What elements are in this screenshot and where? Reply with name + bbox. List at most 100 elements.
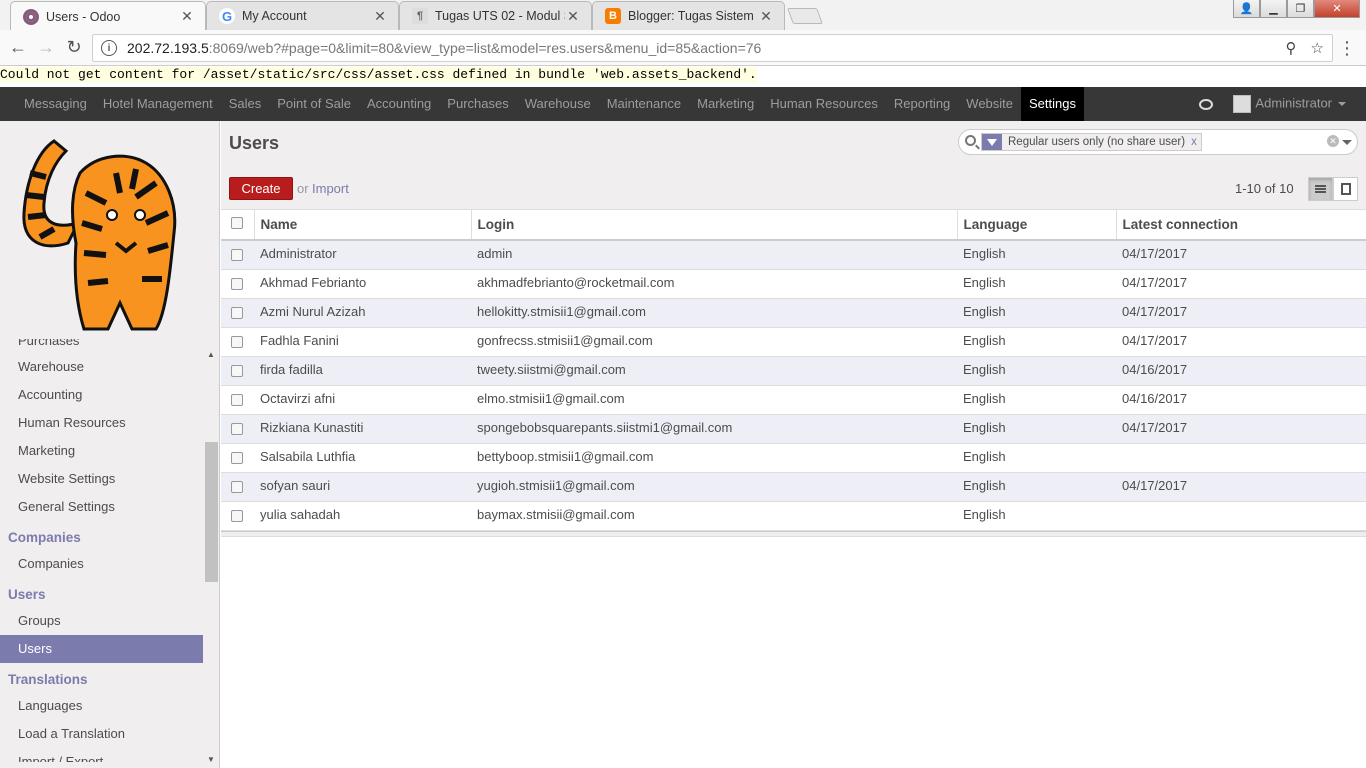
sidebar-item-marketing[interactable]: Marketing <box>0 437 203 465</box>
scrollbar-thumb[interactable] <box>205 442 218 582</box>
sidebar-item-users[interactable]: Users <box>0 635 203 663</box>
scroll-up-icon[interactable]: ▲ <box>207 350 215 359</box>
settings-menu: Purchases Warehouse Accounting Human Res… <box>0 339 203 762</box>
view-switcher <box>1308 177 1358 201</box>
sidebar-scrollbar[interactable]: ▲ ▼ <box>205 350 218 768</box>
sidebar-item-languages[interactable]: Languages <box>0 692 203 720</box>
column-header-language[interactable]: Language <box>957 210 1117 241</box>
bookmark-star-icon[interactable]: ☆ <box>1311 39 1324 57</box>
row-checkbox[interactable] <box>231 277 243 290</box>
form-view-button[interactable] <box>1333 177 1358 201</box>
row-checkbox[interactable] <box>231 480 243 493</box>
maximize-button[interactable]: ❐ <box>1287 0 1314 18</box>
browser-menu-icon[interactable]: ⋮ <box>1338 38 1356 59</box>
row-checkbox[interactable] <box>231 364 243 377</box>
create-button[interactable]: Create <box>229 177 293 200</box>
user-profile-icon[interactable]: 👤 <box>1233 0 1260 18</box>
search-input[interactable]: Regular users only (no share user) x ✕ <box>958 129 1358 155</box>
reload-icon[interactable]: ↻ <box>60 34 88 62</box>
menu-purchases[interactable]: Purchases <box>439 87 516 121</box>
sidebar-item-companies[interactable]: Companies <box>0 550 203 578</box>
sidebar-item-purchases[interactable]: Purchases <box>0 339 203 353</box>
sidebar-heading-users[interactable]: Users <box>0 578 203 607</box>
table-row[interactable]: Salsabila Luthfia bettyboop.stmisii1@gma… <box>221 443 1366 473</box>
menu-reporting[interactable]: Reporting <box>886 87 958 121</box>
table-row[interactable]: Administrator admin English 04/17/2017 <box>221 240 1366 270</box>
table-row[interactable]: Octavirzi afni elmo.stmisii1@gmail.com E… <box>221 385 1366 415</box>
menu-human-resources[interactable]: Human Resources <box>762 87 886 121</box>
menu-sales[interactable]: Sales <box>221 87 270 121</box>
clear-search-icon[interactable]: ✕ <box>1327 135 1339 147</box>
back-icon[interactable]: ← <box>4 34 32 62</box>
new-tab-button[interactable] <box>787 8 823 24</box>
browser-tab-blogger[interactable]: B Blogger: Tugas Sistem In ✕ <box>592 1 785 30</box>
cell-login: admin <box>471 240 957 270</box>
browser-tab-myaccount[interactable]: G My Account ✕ <box>206 1 399 30</box>
row-select-cell <box>221 240 254 270</box>
row-checkbox[interactable] <box>231 451 243 464</box>
table-row[interactable]: Rizkiana Kunastiti spongebobsquarepants.… <box>221 414 1366 444</box>
address-bar[interactable]: i 202.72.193.5:8069/web?#page=0&limit=80… <box>92 34 1333 62</box>
menu-warehouse[interactable]: Warehouse <box>517 87 599 121</box>
import-link[interactable]: Import <box>312 181 349 196</box>
column-header-name[interactable]: Name <box>254 210 472 241</box>
forward-icon[interactable]: → <box>32 34 60 62</box>
table-row[interactable]: sofyan sauri yugioh.stmisii1@gmail.com E… <box>221 472 1366 502</box>
table-row[interactable]: Akhmad Febrianto akhmadfebrianto@rocketm… <box>221 269 1366 299</box>
browser-tab-odoo[interactable]: Users - Odoo ✕ <box>10 1 206 31</box>
pin-icon[interactable]: ⚲ <box>1286 39 1297 57</box>
close-icon[interactable]: ✕ <box>372 8 388 25</box>
menu-settings[interactable]: Settings <box>1021 87 1084 121</box>
sidebar-heading-companies[interactable]: Companies <box>0 521 203 550</box>
column-header-login[interactable]: Login <box>471 210 958 241</box>
menu-marketing[interactable]: Marketing <box>689 87 762 121</box>
cell-latest-connection: 04/17/2017 <box>1116 269 1366 299</box>
column-header-latest-connection[interactable]: Latest connection <box>1116 210 1366 241</box>
row-checkbox[interactable] <box>231 393 243 406</box>
table-row[interactable]: Azmi Nurul Azizah hellokitty.stmisii1@gm… <box>221 298 1366 328</box>
sidebar-item-warehouse[interactable]: Warehouse <box>0 353 203 381</box>
select-all-checkbox[interactable] <box>231 217 243 229</box>
sidebar-item-import-export[interactable]: Import / Export <box>0 748 203 762</box>
menu-point-of-sale[interactable]: Point of Sale <box>269 87 359 121</box>
cell-login: tweety.siistmi@gmail.com <box>471 356 957 386</box>
pager-value[interactable]: 1-10 of 10 <box>1235 181 1294 196</box>
browser-tab-tugas[interactable]: ¶ Tugas UTS 02 - Modul Se ✕ <box>399 1 592 30</box>
row-checkbox[interactable] <box>231 422 243 435</box>
user-menu[interactable]: Administrator <box>1233 95 1346 113</box>
sidebar-item-human-resources[interactable]: Human Resources <box>0 409 203 437</box>
sidebar-item-website-settings[interactable]: Website Settings <box>0 465 203 493</box>
cell-name: Azmi Nurul Azizah <box>254 298 471 328</box>
row-checkbox[interactable] <box>231 306 243 319</box>
table-row[interactable]: yulia sahadah baymax.stmisii@gmail.com E… <box>221 501 1366 531</box>
menu-maintenance[interactable]: Maintenance <box>599 87 689 121</box>
row-select-cell <box>221 501 254 531</box>
sidebar-heading-translations[interactable]: Translations <box>0 663 203 692</box>
row-checkbox[interactable] <box>231 249 243 261</box>
facet-remove-button[interactable]: x <box>1191 134 1201 150</box>
minimize-button[interactable]: ▁ <box>1260 0 1287 18</box>
sidebar-item-groups[interactable]: Groups <box>0 607 203 635</box>
table-row[interactable]: Fadhla Fanini gonfrecss.stmisii1@gmail.c… <box>221 327 1366 357</box>
sidebar-item-load-translation[interactable]: Load a Translation <box>0 720 203 748</box>
table-row[interactable]: firda fadilla tweety.siistmi@gmail.com E… <box>221 356 1366 386</box>
menu-hotel-management[interactable]: Hotel Management <box>95 87 221 121</box>
close-window-button[interactable]: ✕ <box>1314 0 1360 18</box>
row-checkbox[interactable] <box>231 335 243 348</box>
close-icon[interactable]: ✕ <box>565 8 581 25</box>
close-icon[interactable]: ✕ <box>758 8 774 25</box>
scroll-down-icon[interactable]: ▼ <box>207 755 215 764</box>
cell-login: gonfrecss.stmisii1@gmail.com <box>471 327 957 357</box>
menu-messaging[interactable]: Messaging <box>16 87 95 121</box>
row-checkbox[interactable] <box>231 509 243 522</box>
list-view-button[interactable] <box>1308 177 1333 201</box>
sidebar-item-accounting[interactable]: Accounting <box>0 381 203 409</box>
info-icon[interactable]: i <box>101 40 117 56</box>
menu-accounting[interactable]: Accounting <box>359 87 439 121</box>
menu-website[interactable]: Website <box>958 87 1021 121</box>
close-icon[interactable]: ✕ <box>179 8 195 25</box>
search-options-dropdown-icon[interactable] <box>1342 140 1352 145</box>
chat-icon[interactable] <box>1199 98 1214 110</box>
sidebar-item-general-settings[interactable]: General Settings <box>0 493 203 521</box>
cell-latest-connection: 04/17/2017 <box>1116 298 1366 328</box>
